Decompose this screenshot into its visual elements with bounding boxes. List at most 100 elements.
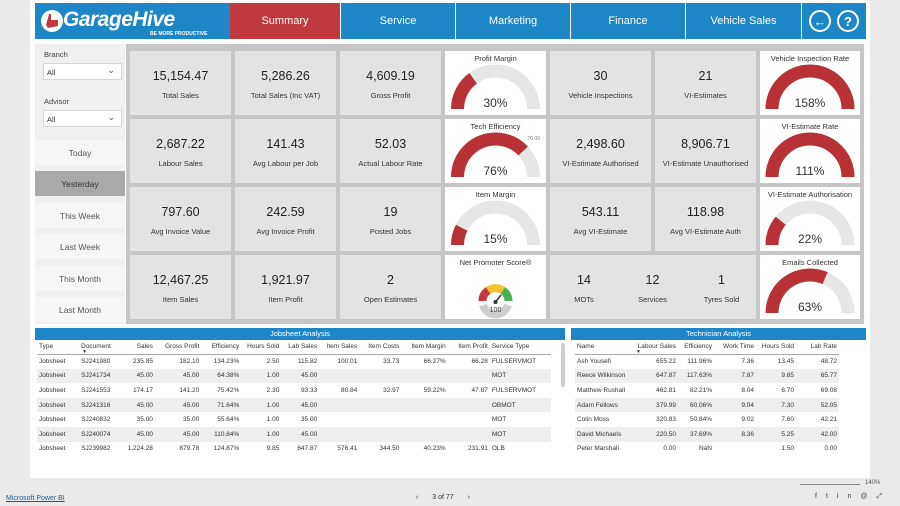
column-header[interactable]: Document ▼ <box>79 340 120 355</box>
column-header[interactable]: Efficiency <box>678 340 714 355</box>
table-cell: 9.02 <box>741 416 754 424</box>
advisor-dropdown[interactable]: All ⌄ <box>43 110 122 127</box>
table-cell <box>447 397 490 413</box>
table-cell: 1.00 <box>241 397 282 413</box>
table-row[interactable]: Adam Fellows 379.99 60.06% 9.04 7.30 52.05 <box>575 397 839 413</box>
kpi-value: 2 <box>387 273 394 287</box>
date-this-week-button[interactable]: This Week <box>35 203 125 228</box>
table-cell: 174.17 <box>133 386 153 394</box>
column-header[interactable]: Efficiency <box>201 340 242 355</box>
column-header[interactable]: Work Time <box>714 340 756 355</box>
column-header[interactable]: Type <box>37 340 80 355</box>
table-cell: 40.23% <box>423 445 446 453</box>
table-cell: 0.00 <box>824 445 837 453</box>
zoom-slider[interactable] <box>800 484 860 485</box>
column-header[interactable]: Lab Sales <box>281 340 320 355</box>
column-header[interactable]: Sales <box>119 340 155 355</box>
table-row[interactable]: Jobsheet SJ240074 45.00 45.00 110.84% 1.00 45.… <box>37 426 551 442</box>
column-header[interactable]: Item Profit <box>447 340 490 355</box>
powerbi-link[interactable]: Microsoft Power BI <box>6 495 65 502</box>
column-header[interactable]: Gross Profit <box>154 340 202 355</box>
column-header[interactable]: Name <box>575 340 633 355</box>
table-cell: 235.85 <box>133 358 153 366</box>
table-cell: SJ240074 <box>79 426 120 442</box>
table-cell: SJ241980 <box>81 358 111 366</box>
branch-dropdown[interactable]: All ⌄ <box>43 63 122 80</box>
facebook-icon[interactable]: f <box>815 493 826 500</box>
kpi-services: 12 Services <box>618 255 687 319</box>
gauge-arc: 111% <box>765 132 855 178</box>
table-row[interactable]: David Michaels 220.50 37.69% 8.36 5.25 42.00 <box>575 426 839 442</box>
date-this-month-button[interactable]: This Month <box>35 266 125 291</box>
table-cell <box>401 368 448 384</box>
column-header[interactable]: Hours Sold <box>756 340 796 355</box>
column-header[interactable]: Labour Sales ▼ <box>633 340 678 355</box>
table-cell: 45.00 <box>119 368 155 384</box>
table-row[interactable]: Jobsheet SJ240832 35.00 35.00 55.64% 1.00 35.0… <box>37 412 551 427</box>
column-header[interactable]: Hours Sold <box>241 340 282 355</box>
table-cell: 1,224.28 <box>127 445 153 453</box>
back-arrow-icon[interactable]: ← <box>809 10 831 32</box>
twitter-icon[interactable]: t <box>826 493 837 500</box>
table-cell: 13.45 <box>777 358 794 366</box>
column-header[interactable]: Lab Rate <box>796 340 839 355</box>
tab-finance[interactable]: Finance <box>571 3 685 39</box>
column-header[interactable]: Item Margin <box>401 340 448 355</box>
table-row[interactable]: Colin Moss 320.83 50.84% 9.02 7.60 42.21 <box>575 412 839 427</box>
tab-vehicle-sales[interactable]: Vehicle Sales <box>686 3 801 39</box>
table-cell <box>359 426 402 442</box>
tab-marketing[interactable]: Marketing <box>456 3 570 39</box>
table-cell: 1.00 <box>266 416 280 424</box>
table-cell: Peter Marshall <box>577 445 619 453</box>
table-cell: 82.21% <box>689 386 712 394</box>
table-row[interactable]: Peter Marshall 0.00 NaN 1.50 0.00 <box>575 442 839 457</box>
table-row[interactable]: Jobsheet SJ241980 235.85 182.10 134.23% 2.50 1… <box>37 354 551 369</box>
date-last-week-button[interactable]: Last Week <box>35 234 125 259</box>
table-cell: 65.77 <box>796 368 839 384</box>
table-cell: 220.50 <box>633 426 678 442</box>
table-cell: 7.60 <box>781 416 794 424</box>
table-cell: 182.10 <box>179 358 200 366</box>
email-icon[interactable]: @ <box>860 493 876 500</box>
column-header[interactable]: Service Type <box>489 340 551 355</box>
prev-page-icon[interactable]: ‹ <box>416 494 418 501</box>
table-cell: FULSERVMOT <box>491 358 537 366</box>
table-cell: Colin Moss <box>577 416 610 424</box>
linkedin-icon[interactable]: in <box>837 493 860 500</box>
table-cell: 80.84 <box>340 386 358 394</box>
table-cell: Jobsheet <box>37 368 80 384</box>
help-icon[interactable]: ? <box>837 10 859 32</box>
fullscreen-icon[interactable]: ⤢ <box>876 493 891 500</box>
date-yesterday-button[interactable]: Yesterday <box>35 171 125 196</box>
table-row[interactable]: Jobsheet SJ241553 174.17 141.20 75.42% 2.30 93… <box>37 383 551 398</box>
table-row[interactable]: Matthew Rushall 462.81 82.21% 8.04 6.70 69.08 <box>575 383 839 398</box>
next-page-icon[interactable]: › <box>468 494 470 501</box>
kpi-label: Avg VI-Estimate <box>573 227 628 236</box>
nps-segment-promoter <box>500 287 513 302</box>
branch-label: Branch <box>44 50 68 59</box>
table-cell: 7.87 <box>714 368 756 384</box>
table-cell: 647.87 <box>633 368 678 384</box>
date-today-button[interactable]: Today <box>35 140 125 165</box>
table-cell: Jobsheet <box>39 386 66 394</box>
table-row[interactable]: Jobsheet SJ239982 1,224.28 879.78 124.87% 9.8… <box>37 442 551 457</box>
kpi-label: Open Estimates <box>363 295 418 304</box>
tab-service[interactable]: Service <box>341 3 455 39</box>
table-cell: 69.08 <box>820 386 837 394</box>
column-header[interactable]: Item Sales <box>319 340 360 355</box>
kpi-avg-invoice-value: 797.60 Avg Invoice Value <box>130 187 231 251</box>
kpi-label: Avg Invoice Value <box>150 227 211 236</box>
column-header[interactable]: Item Costs <box>359 340 402 355</box>
advisor-label: Advisor <box>44 97 70 106</box>
date-last-month-button[interactable]: Last Month <box>35 297 125 322</box>
table-row[interactable]: Reece Wilkinson 647.87 117.63% 7.87 9.85 65.7… <box>575 368 839 384</box>
table-row[interactable]: Jobsheet SJ241316 45.00 45.00 71.64% 1.00 45.0… <box>37 397 551 413</box>
tab-summary[interactable]: Summary <box>230 3 340 39</box>
table-row[interactable]: Jobsheet SJ241734 45.00 45.00 64.38% 1.00 45.0… <box>37 368 551 384</box>
table-cell: SJ241316 <box>79 397 120 413</box>
chevron-down-icon: ⌄ <box>107 112 115 122</box>
jobsheet-scrollbar[interactable] <box>561 343 565 387</box>
kpi-avg-vi-estimate-auth: 118.98 Avg VI-Estimate Auth <box>655 187 756 251</box>
kpi-label: MOTs <box>574 295 594 304</box>
table-row[interactable]: Ash Yousefi 655.22 111.96% 7.36 13.45 48.72 <box>575 354 839 369</box>
